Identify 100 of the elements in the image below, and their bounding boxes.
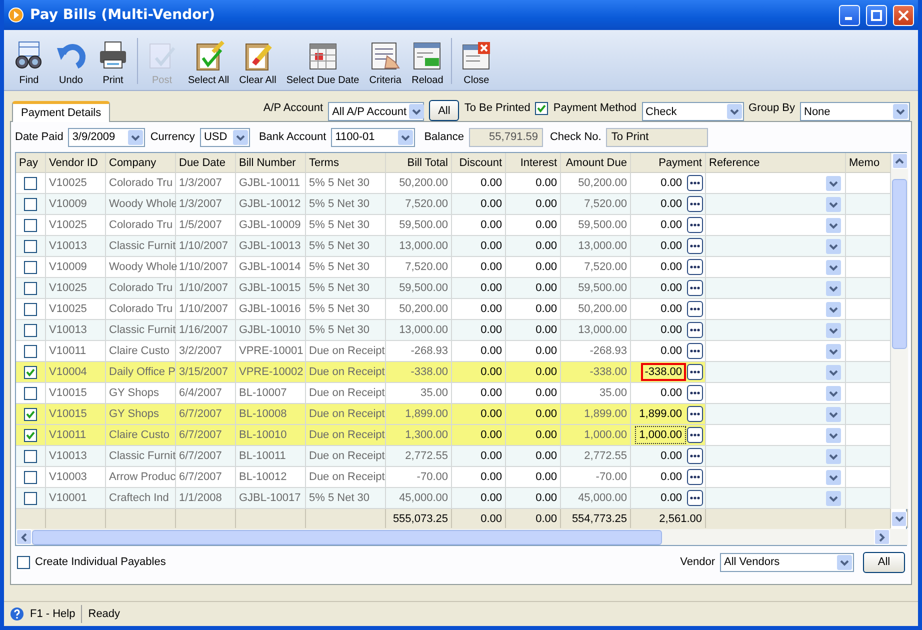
payment-cell[interactable]: 0.00 (656, 258, 686, 276)
payment-cell[interactable]: 0.00 (656, 384, 686, 402)
toolbar-button[interactable]: Close (455, 38, 498, 88)
column-header[interactable]: Amount Due (561, 153, 631, 173)
pay-checkbox[interactable] (24, 218, 37, 232)
browse-button[interactable] (687, 301, 703, 317)
group-by-dropdown[interactable]: None (800, 102, 910, 121)
toolbar-button[interactable]: Select All (183, 38, 234, 88)
browse-button[interactable] (687, 280, 703, 296)
pay-checkbox[interactable] (24, 470, 37, 484)
payment-cell[interactable]: 0.00 (656, 468, 686, 486)
pay-checkbox[interactable] (24, 240, 37, 252)
pay-checkbox[interactable] (24, 302, 37, 316)
to-be-printed-checkbox[interactable] (535, 102, 548, 114)
pay-checkbox[interactable] (24, 408, 37, 420)
column-header[interactable]: Terms (306, 153, 386, 173)
balance-field[interactable]: 55,791.59 (468, 128, 543, 146)
column-header[interactable]: Bill Number (236, 153, 306, 173)
browse-button[interactable] (687, 364, 703, 380)
scroll-thumb[interactable] (892, 179, 907, 349)
toolbar-button[interactable]: Undo (50, 38, 92, 88)
column-header[interactable]: Memo (846, 153, 891, 173)
create-payables-checkbox[interactable] (17, 556, 30, 568)
toolbar-button[interactable]: Criteria (364, 38, 406, 88)
ap-account-dropdown[interactable]: All A/P Account (328, 102, 424, 121)
browse-button[interactable] (687, 427, 703, 443)
memo-cell[interactable] (846, 278, 891, 299)
payment-cell[interactable]: 0.00 (656, 300, 686, 318)
memo-cell[interactable] (846, 320, 891, 341)
bank-account-dropdown[interactable]: 1100-01 (331, 128, 416, 146)
browse-button[interactable] (687, 385, 703, 401)
browse-button[interactable] (687, 322, 703, 338)
column-header[interactable]: Vendor ID (46, 153, 106, 173)
payment-cell[interactable]: -338.00 (640, 363, 686, 381)
column-header[interactable]: Reference (706, 153, 846, 173)
vertical-scrollbar[interactable] (891, 153, 908, 509)
toolbar-button[interactable]: Clear All (234, 38, 282, 88)
memo-cell[interactable] (846, 362, 891, 383)
vendor-dropdown[interactable]: All Vendors (720, 552, 854, 572)
browse-button[interactable] (687, 217, 703, 233)
memo-cell[interactable] (846, 404, 891, 425)
date-paid-picker[interactable]: 3/9/2009 (68, 128, 146, 146)
scroll-up-icon[interactable] (895, 158, 904, 164)
browse-button[interactable] (687, 196, 703, 212)
browse-button[interactable] (687, 259, 703, 275)
minimize-button[interactable] (839, 4, 860, 26)
column-header[interactable]: Bill Total (386, 153, 452, 173)
payment-cell[interactable]: 0.00 (656, 216, 686, 234)
browse-button[interactable] (687, 490, 703, 506)
scroll-thumb[interactable] (32, 530, 662, 544)
browse-button[interactable] (687, 238, 703, 254)
help-icon[interactable] (10, 607, 24, 621)
column-header[interactable]: Interest (506, 153, 561, 173)
browse-button[interactable] (687, 469, 703, 485)
memo-cell[interactable] (846, 488, 891, 509)
horizontal-scrollbar[interactable] (16, 529, 908, 545)
pay-checkbox[interactable] (24, 324, 37, 336)
pay-checkbox[interactable] (24, 386, 37, 400)
browse-button[interactable] (687, 343, 703, 359)
pay-checkbox[interactable] (24, 492, 37, 504)
browse-button[interactable] (687, 175, 703, 191)
pay-checkbox[interactable] (24, 366, 37, 378)
pay-checkbox[interactable] (24, 344, 37, 358)
all-button[interactable]: All (429, 100, 460, 121)
memo-cell[interactable] (846, 236, 891, 257)
currency-dropdown[interactable]: USD (200, 128, 250, 146)
column-header[interactable]: Discount (452, 153, 506, 173)
pay-checkbox[interactable] (24, 198, 37, 210)
column-header[interactable]: Due Date (176, 153, 236, 173)
payment-cell[interactable]: 0.00 (656, 342, 686, 360)
pay-checkbox[interactable] (24, 428, 37, 442)
memo-cell[interactable] (846, 194, 891, 215)
browse-button[interactable] (687, 406, 703, 422)
scroll-down-icon[interactable] (894, 516, 904, 522)
close-button[interactable] (893, 4, 914, 26)
column-header[interactable]: Pay (16, 153, 46, 173)
pay-checkbox[interactable] (24, 260, 37, 274)
toolbar-button[interactable]: Reload (406, 38, 448, 88)
all-vendors-button[interactable]: All (863, 552, 905, 572)
ellipsis-icon (690, 265, 700, 269)
toolbar-button[interactable]: Print (92, 38, 134, 88)
ellipsis-icon (690, 244, 700, 248)
payment-cell[interactable]: 0.00 (656, 174, 686, 192)
browse-button[interactable] (687, 448, 703, 464)
pay-checkbox[interactable] (24, 450, 37, 462)
column-header[interactable]: Payment (631, 153, 706, 173)
payment-cell[interactable]: 1,000.00 (635, 426, 686, 444)
column-header[interactable]: Company (106, 153, 176, 173)
scroll-left-icon[interactable] (21, 532, 27, 542)
toolbar-button[interactable]: Find (8, 38, 50, 88)
payment-method-dropdown[interactable]: Check (642, 102, 744, 121)
check-no-field[interactable]: To Print (606, 128, 708, 146)
pay-checkbox[interactable] (24, 282, 37, 294)
toolbar-button[interactable]: Select Due Date (281, 38, 364, 88)
maximize-button[interactable] (866, 4, 887, 26)
pay-checkbox[interactable] (24, 176, 37, 190)
tab[interactable]: Payment Details (12, 101, 110, 122)
scroll-right-icon[interactable] (879, 532, 885, 542)
amount-due-cell: 13,000.00 (561, 236, 631, 257)
memo-cell[interactable] (846, 446, 891, 467)
